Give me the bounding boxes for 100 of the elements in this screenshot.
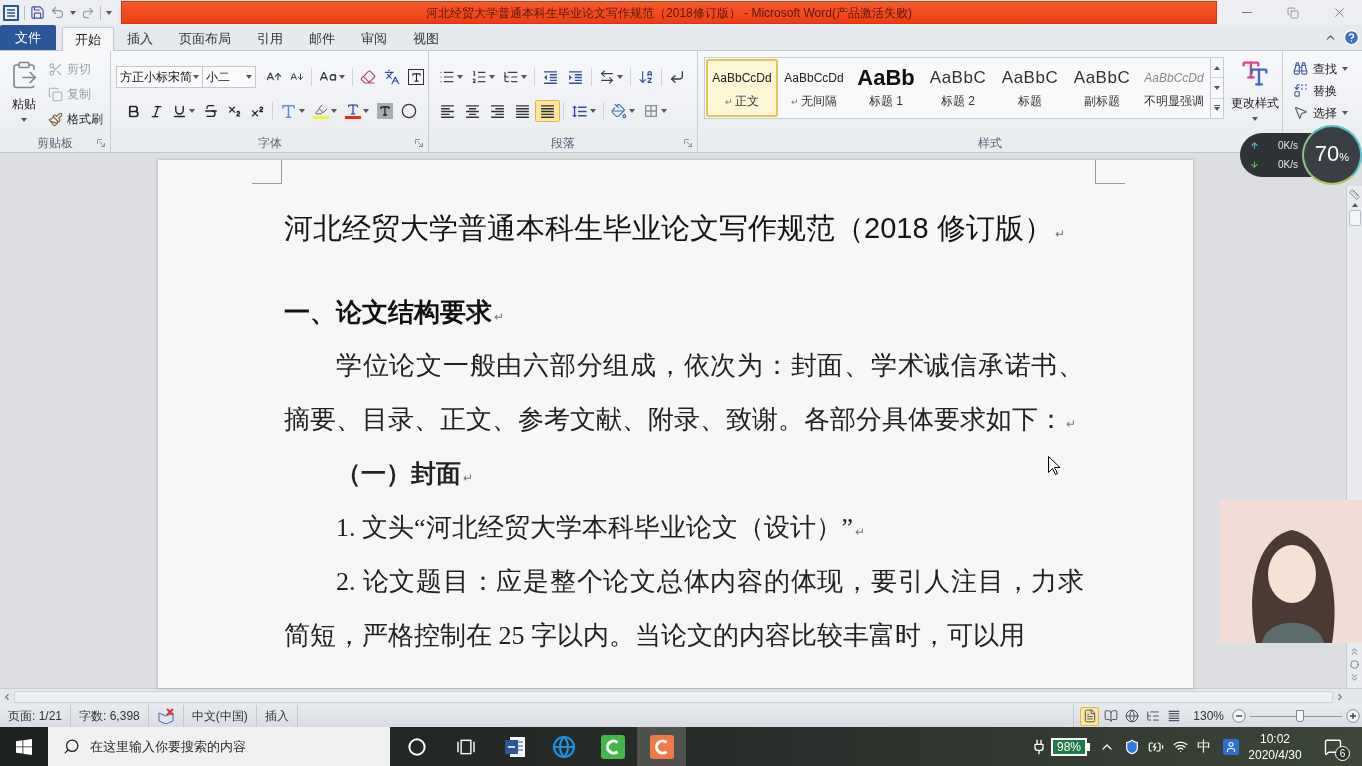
zoom-in-icon[interactable] — [1346, 709, 1360, 723]
group-label: 段落 — [551, 134, 575, 152]
zoom-level[interactable]: 130% — [1193, 707, 1224, 725]
style-preview: AaBbCcDd — [1144, 69, 1204, 87]
notification-button[interactable]: 6 — [1304, 727, 1362, 766]
help-icon[interactable] — [1343, 29, 1360, 46]
editing-button[interactable]: 替换 — [1293, 80, 1337, 101]
status-item[interactable]: 插入 — [264, 707, 289, 725]
format-painter-button[interactable]: 格式刷 — [48, 108, 103, 130]
section-heading: 一、论文结构要求↵ — [284, 296, 505, 329]
zoom-slider-track[interactable] — [1250, 709, 1342, 723]
replace-icon — [1293, 83, 1308, 98]
redo-icon[interactable] — [81, 5, 95, 20]
caret-icon — [246, 75, 253, 79]
download-speed: 0K/s — [1278, 158, 1298, 172]
restore-icon — [1287, 6, 1299, 19]
document-app-icon[interactable] — [3, 4, 19, 21]
dialog-launcher-icon[interactable] — [684, 139, 692, 147]
view-button[interactable] — [1080, 706, 1100, 726]
paste-button[interactable]: 粘贴 — [4, 55, 44, 131]
style-preview: AaBbCcDd — [784, 69, 844, 87]
browse-object-button[interactable] — [1350, 660, 1359, 669]
style-item[interactable]: AaBbCcDd ↵ 无间隔 — [778, 59, 850, 117]
caret-icon — [661, 109, 667, 113]
caret-icon — [193, 75, 200, 79]
language-icon — [384, 69, 400, 85]
tree-list-icon — [1145, 709, 1160, 723]
style-item[interactable]: AaBbCcDd 不明显强调 — [1138, 59, 1210, 117]
search-field[interactable]: 在这里输入你要搜索的内容 — [88, 727, 390, 766]
italic-icon — [149, 103, 164, 119]
style-preview: AaBbC — [1001, 66, 1059, 89]
zoom-slider-thumb[interactable] — [1295, 710, 1304, 722]
taskbar-app[interactable] — [637, 727, 686, 766]
ribbon-tab[interactable]: 开始 — [62, 27, 114, 51]
change-styles-button[interactable]: 更改样式 — [1228, 57, 1282, 133]
scroll-thumb[interactable] — [14, 691, 1333, 703]
minimize-icon — [1242, 12, 1252, 13]
style-preview: AaBbC — [929, 66, 987, 89]
save-icon[interactable] — [30, 5, 45, 20]
superscript-icon — [250, 103, 265, 119]
copy-icon — [48, 86, 63, 102]
align-left-icon — [439, 102, 456, 120]
font-size-dropdown[interactable]: 小二 — [203, 66, 257, 88]
style-preview: AaBb — [857, 66, 915, 89]
open-book-icon — [1103, 709, 1118, 723]
wifi-icon — [1172, 739, 1188, 754]
app-tile-icon — [649, 734, 674, 759]
lines-icon — [1166, 709, 1181, 723]
underlined-letter-icon — [345, 103, 361, 119]
crop-mark — [1095, 160, 1125, 184]
increase-indent-icon — [567, 68, 584, 86]
input-method-indicator[interactable]: 中 — [1192, 736, 1216, 757]
book-x-icon[interactable] — [156, 708, 175, 724]
ribbon-tab[interactable]: 引用 — [244, 27, 296, 50]
status-item[interactable]: 中文(中国) — [191, 707, 248, 725]
style-preview: AaBbC — [1073, 66, 1131, 89]
caret-icon — [363, 109, 369, 113]
group-label: 字体 — [257, 134, 282, 152]
caret-icon — [1351, 203, 1358, 207]
caret-icon — [1214, 86, 1220, 90]
zoom-out-icon[interactable] — [1232, 709, 1246, 723]
scroll-up-button[interactable] — [1351, 203, 1358, 207]
style-item[interactable]: AaBbCcDd ↵ 正文 — [706, 59, 778, 117]
ribbon-tab[interactable]: 审阅 — [348, 27, 400, 50]
style-letters-icon — [1240, 59, 1270, 89]
style-item[interactable]: AaBb 标题 1 — [850, 59, 922, 117]
clock-date[interactable]: 2020/4/30 — [1248, 746, 1302, 763]
file-tab[interactable]: 文件 — [0, 25, 56, 50]
ribbon-tab[interactable]: 邮件 — [296, 27, 348, 50]
style-item[interactable]: AaBbC 标题 — [994, 59, 1066, 117]
font-name-dropdown[interactable]: 方正小标宋简 — [116, 66, 204, 88]
caret-icon — [189, 109, 195, 113]
ribbon-tab[interactable]: 视图 — [400, 27, 452, 50]
editing-button[interactable]: 选择 — [1293, 102, 1348, 123]
caret-icon — [299, 109, 305, 113]
windows-logo-icon — [16, 738, 32, 755]
scroll-thumb[interactable] — [1348, 210, 1361, 226]
ruler-button[interactable] — [1349, 189, 1360, 200]
highlighter-icon — [313, 103, 329, 119]
paint-bucket-icon — [611, 103, 627, 119]
plug-icon — [1031, 738, 1047, 755]
style-item[interactable]: AaBbC 副标题 — [1066, 59, 1138, 117]
globe-icon — [551, 734, 576, 759]
status-item[interactable]: 页面: 1/21 — [8, 707, 63, 725]
style-item[interactable]: AaBbC 标题 2 — [922, 59, 994, 117]
ribbon-tab[interactable]: 页面布局 — [166, 27, 244, 50]
editing-button[interactable]: 查找 — [1293, 58, 1348, 79]
load-reading: 70% — [1314, 141, 1350, 168]
dialog-launcher-icon[interactable] — [97, 139, 105, 147]
dialog-launcher-icon[interactable] — [415, 139, 423, 147]
status-item[interactable]: 字数: 6,398 — [79, 707, 140, 725]
caret-icon — [1342, 110, 1348, 115]
undo-icon[interactable] — [50, 5, 65, 20]
pointer-icon — [1293, 105, 1308, 120]
search-button[interactable] — [48, 727, 88, 766]
border-grid-icon — [643, 103, 659, 119]
document-app-icon — [502, 734, 527, 759]
align-button[interactable] — [535, 100, 560, 122]
clock-time[interactable]: 10:02 — [1260, 730, 1290, 747]
ribbon-tab[interactable]: 插入 — [114, 27, 166, 50]
